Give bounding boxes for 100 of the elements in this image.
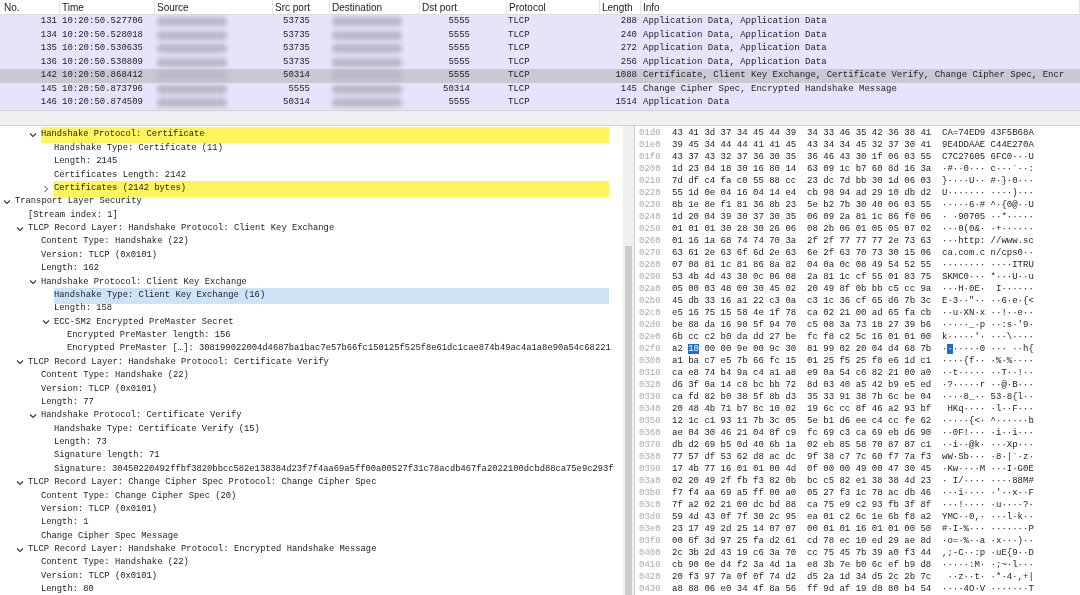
ascii-text: wW·Sb··· ·8·|`·z·: [942, 451, 1034, 465]
ascii-text: ·o=·%··a ·x···)··: [942, 535, 1034, 548]
offset-label: 0380: [638, 451, 662, 465]
table-cell-text: TLCP: [507, 82, 531, 96]
table-cell-text: 5555: [447, 55, 471, 69]
offset-label: 0310: [638, 367, 662, 381]
ascii-text: #·I-%··· ·······P: [942, 523, 1034, 536]
table-cell-text: 142: [39, 69, 58, 82]
hex-bytes: 53 4b 4d 43 30 0c 06 08 2a 81 1c cf 55 01 83 75: [672, 271, 933, 284]
offset-label: 0420: [638, 571, 662, 585]
table-cell-text: 5555: [447, 69, 471, 82]
ascii-text: ···H·0E· I······: [942, 283, 1034, 296]
ascii-text: k·····'· ···\····: [942, 331, 1034, 344]
hex-bytes: 12 1c c1 93 11 7b 3c 05 5e b1 d6 ee c4 cc fe 62: [672, 415, 933, 428]
offset-label: 0290: [638, 271, 662, 285]
table-cell-text: 10:20:50.528018: [61, 28, 144, 42]
chevron-down-icon[interactable]: [3, 197, 11, 206]
offset-label: 03b0: [638, 487, 662, 501]
tree-item[interactable]: Signature length: 71: [54, 448, 609, 464]
hex-bytes: 1d 23 04 18 30 16 80 14 63 09 1c b7 60 8d 16 3a: [672, 163, 933, 176]
packet-row[interactable]: 142 10:20:50.868412 50314 5555 TLCP 1088 Certificate, Client Key Exchange, Certificate Verify, Change Cipher Spec, Encr: [0, 69, 1080, 83]
tree-item[interactable]: Handshake Protocol: Certificate: [41, 127, 609, 143]
tree-item[interactable]: Content Type: Handshake (22): [41, 555, 609, 571]
offset-label: 02b0: [638, 295, 662, 309]
tree-item[interactable]: Handshake Type: Client Key Exchange (16): [54, 287, 609, 304]
hex-bytes: 00 6f 3d 97 25 fa d2 61 cd 78 ec 10 ed 29 ae 8d: [672, 535, 933, 548]
table-cell-text: TLCP: [507, 96, 531, 109]
chevron-down-icon[interactable]: [29, 278, 37, 287]
ascii-text: ····8_·· 53·8{l··: [942, 391, 1034, 404]
blurred-address: [157, 84, 227, 94]
chevron-down-icon[interactable]: [16, 358, 24, 367]
chevron-down-icon[interactable]: [16, 224, 24, 233]
chevron-down-icon[interactable]: [16, 545, 24, 554]
packet-row[interactable]: 146 10:20:50.874509 50314 5555 TLCP 1514 Application Data: [0, 96, 1080, 110]
hex-bytes: 20 f3 97 7a 0f 0f 74 d2 d5 2a 1d 34 d5 2c 2b 7c: [672, 571, 933, 584]
table-cell-text: TLCP: [507, 55, 531, 69]
table-cell-text: TLCP: [507, 69, 531, 82]
table-cell-text: 53735: [282, 42, 311, 55]
ascii-text: CA=74ED9 43F5B68A: [942, 127, 1034, 141]
offset-label: 03d0: [638, 511, 662, 525]
hex-bytes: a8 88 06 e0 34 4f 8a 56 ff 9d af 19 d8 80 b4 54: [672, 583, 933, 595]
chevron-down-icon[interactable]: [29, 131, 37, 139]
offset-label: 0330: [638, 391, 662, 405]
packet-row[interactable]: 131 10:20:50.527706 53735 5555 TLCP 288 Application Data, Application Data: [0, 15, 1080, 29]
table-cell-text: 53735: [282, 55, 311, 69]
ascii-text: ·······0 ··· ··h{: [942, 343, 1034, 356]
chevron-down-icon[interactable]: [29, 411, 37, 420]
blurred-address: [157, 98, 227, 108]
hex-bytes: e5 16 75 15 58 4e 1f 78 ca 02 21 00 ad 65 fa cb: [672, 307, 933, 320]
hex-bytes: 01 16 1a 68 74 74 70 3a 2f 2f 77 77 77 2e 73 63: [672, 235, 933, 248]
table-cell-text: 10:20:50.530809: [61, 55, 144, 69]
tree-item[interactable]: TLCP Record Layer: Change Cipher Spec Protocol: Change Cipher Spec: [28, 474, 609, 491]
offset-label: 0220: [638, 187, 662, 201]
table-cell-text: Application Data, Application Data: [642, 55, 828, 69]
hex-bytes: 7f a2 02 21 00 dc bd 88 ca 75 e9 c2 93 fb 3f 8f: [672, 499, 933, 512]
chevron-right-icon[interactable]: [42, 184, 50, 193]
table-cell-text: 1514: [614, 96, 638, 109]
offset-label: 0210: [638, 175, 662, 189]
hex-bytes: 23 17 49 2d 25 14 07 07 00 01 01 16 01 01 00 50: [672, 523, 933, 536]
scrollbar[interactable]: [623, 126, 634, 595]
hex-bytes: cb 90 0e d4 f2 3a 4d 1a e8 3b 7e b0 6c ef b9 d8: [672, 559, 933, 572]
ascii-text: ····4O·V ·······T: [942, 583, 1034, 595]
packet-row[interactable]: 135 10:20:50.530635 53735 5555 TLCP 272 Application Data, Application Data: [0, 42, 1080, 56]
table-cell-text: 135: [39, 42, 58, 55]
offset-label: 0250: [638, 223, 662, 237]
table-cell-text: 10:20:50.527706: [61, 15, 144, 28]
chevron-down-icon[interactable]: [42, 318, 50, 327]
table-cell-text: 145: [619, 82, 638, 96]
tree-item[interactable]: Certificates (2142 bytes): [54, 180, 609, 197]
table-cell-text: Application Data: [642, 96, 731, 109]
hex-bytes: 07 08 81 1c 81 86 8a 82 04 0a 0c 08 49 54 52 55: [672, 259, 933, 272]
hex-bytes: a2 10 00 00 9e 00 9c 30 81 99 02 20 04 d4 68 7b: [672, 343, 933, 356]
hex-bytes: 6b cc c2 b0 da dd 27 be fc f8 c2 5c 16 01 01 00: [672, 331, 933, 344]
ascii-text: ca.com.c n/cps0··: [942, 247, 1034, 261]
hex-bytes: 7d df c4 fa c0 55 88 cc 23 dc 7d bb 30 1d 06 03: [672, 175, 933, 188]
hex-bytes: 39 45 34 44 44 41 41 45 43 34 34 45 32 37 30 41: [672, 139, 933, 152]
hex-bytes: 01 01 01 30 28 30 26 06 08 2b 06 01 05 05 07 02: [672, 223, 933, 236]
ascii-text: ···i···· ·'··x··F: [942, 487, 1034, 501]
ascii-text: ··0F!··· ·i··i···: [942, 427, 1034, 440]
offset-label: 02a0: [638, 283, 662, 296]
ascii-text: ,;-C··:p ·uE{9··D: [942, 547, 1034, 560]
tree-item[interactable]: Content Type: Handshake (22): [41, 234, 609, 250]
table-cell-text: 53735: [282, 15, 311, 28]
hex-bytes: a1 ba c7 e5 7b 66 fc 15 01 25 f5 25 f8 e6 1d c1: [672, 355, 933, 368]
ascii-text: }····U·· #·}·0···: [942, 175, 1034, 188]
offset-label: 0270: [638, 247, 662, 261]
hex-bytes: ca e8 74 b4 9a c4 a1 a8 e9 0a 54 c6 82 21 00 a0: [672, 367, 933, 380]
tree-item[interactable]: Encrypted PreMaster […]: 308199022004d4687ba1bac7e57b66fc150125f525f8e61dc1cae874b49ac4a1a8e90a54c68221: [67, 341, 609, 357]
hex-bytes: 59 4d 43 0f 7f 30 2c 95 ea 01 c2 6c 1e 6b f8 a2: [672, 511, 933, 524]
ascii-text: ··u·XN·x ··!··e··: [942, 307, 1034, 320]
blurred-address: [332, 57, 402, 67]
hex-bytes: 77 57 df 53 62 d8 ac dc 9f 38 c7 7c 60 f7 7a f3: [672, 451, 933, 464]
chevron-down-icon[interactable]: [16, 478, 24, 487]
table-cell-text: 10:20:50.530635: [61, 42, 144, 55]
blurred-address: [157, 17, 227, 27]
offset-label: 0230: [638, 199, 662, 213]
scrollbar-thumb[interactable]: [625, 246, 632, 595]
offset-label: 02e0: [638, 331, 662, 344]
offset-label: 0390: [638, 463, 662, 477]
table-cell-text: 50314: [282, 69, 311, 82]
